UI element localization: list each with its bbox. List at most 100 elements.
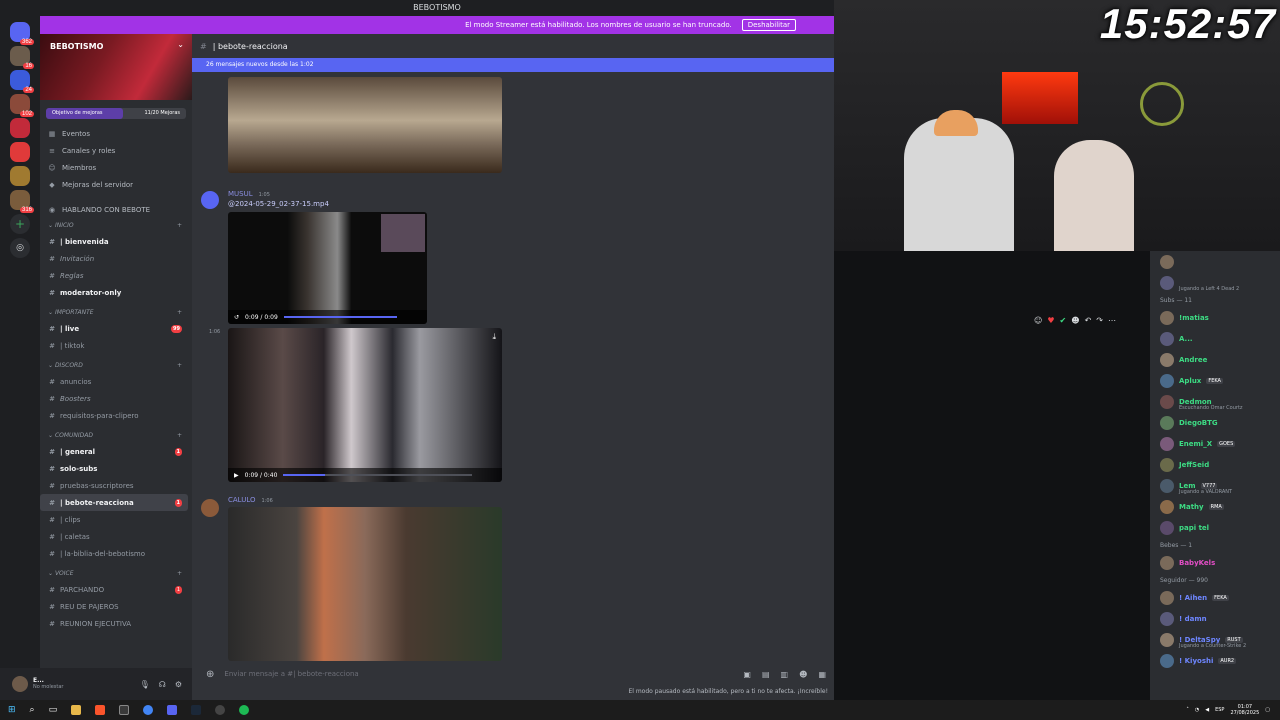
member-item[interactable]: ! Kiyoshi AUR2 bbox=[1150, 650, 1280, 671]
search-icon[interactable]: ⌕ bbox=[30, 705, 35, 715]
forward-icon[interactable]: ↷ bbox=[1096, 316, 1103, 325]
message-author[interactable]: CALULO bbox=[228, 496, 256, 504]
member-item[interactable]: Jugando a Left 4 Dead 2 bbox=[1150, 272, 1280, 293]
add-channel-icon[interactable]: + bbox=[177, 432, 182, 439]
language-indicator[interactable]: ESP bbox=[1215, 707, 1224, 713]
add-channel-icon[interactable]: + bbox=[177, 222, 182, 229]
member-item[interactable]: JeffSeid bbox=[1150, 454, 1280, 475]
channel-item[interactable]: # REUNION EJECUTIVA bbox=[40, 615, 188, 632]
chevron-up-icon[interactable]: ˄ bbox=[1186, 707, 1189, 713]
video-seekbar[interactable] bbox=[283, 316, 397, 318]
member-item[interactable]: A... bbox=[1150, 328, 1280, 349]
file-explorer-icon[interactable] bbox=[71, 705, 82, 715]
video-player[interactable]: ⤓ ▶ 0:09 / 0:40 bbox=[228, 328, 502, 482]
category-discord[interactable]: ⌄ DISCORD + bbox=[40, 358, 192, 373]
task-view-icon[interactable]: ▭ bbox=[49, 705, 58, 715]
nav-members[interactable]: ☺ Miembros bbox=[40, 159, 192, 176]
video-player[interactable]: ↺ 0:09 / 0:09 bbox=[228, 212, 427, 324]
member-item[interactable]: !matias bbox=[1150, 307, 1280, 328]
channel-item[interactable]: # requisitos-para-clipero bbox=[40, 407, 188, 424]
add-server-icon[interactable]: + bbox=[10, 214, 30, 234]
video-attachment[interactable] bbox=[228, 77, 502, 173]
channel-item[interactable]: # | tiktok bbox=[40, 337, 188, 354]
server-icon[interactable] bbox=[10, 166, 30, 186]
add-channel-icon[interactable]: + bbox=[177, 570, 182, 577]
apps-icon[interactable]: ▦ bbox=[818, 670, 826, 679]
channel-item[interactable]: # | caletas bbox=[40, 528, 188, 545]
server-icon[interactable] bbox=[10, 142, 30, 162]
channel-item[interactable]: # Boosters bbox=[40, 390, 188, 407]
discord-home-icon[interactable]: 362 bbox=[10, 22, 34, 45]
channel-item[interactable]: # | bebote-reacciona 1 bbox=[40, 494, 188, 511]
server-icon[interactable]: 102 bbox=[10, 94, 34, 117]
message-attachment-link[interactable]: @2024-05-29_02-37-15.mp4 bbox=[228, 200, 329, 208]
server-icon[interactable]: 16 bbox=[10, 46, 34, 69]
video-attachment[interactable] bbox=[228, 507, 502, 661]
gif-icon[interactable]: ▤ bbox=[762, 670, 770, 679]
video-controls[interactable]: ↺ 0:09 / 0:09 bbox=[228, 310, 427, 324]
member-item[interactable]: Enemi_X GOES bbox=[1150, 433, 1280, 454]
message-composer[interactable]: ⊕ Enviar mensaje a #| bebote-reacciona ▣… bbox=[200, 662, 826, 686]
channel-item[interactable]: # moderator-only bbox=[40, 284, 188, 301]
channel-item[interactable]: # | clips bbox=[40, 511, 188, 528]
steam-icon[interactable] bbox=[191, 705, 202, 715]
video-seekbar[interactable] bbox=[283, 474, 472, 476]
discord-icon[interactable] bbox=[167, 705, 178, 715]
member-item[interactable]: DiegoBTG bbox=[1150, 412, 1280, 433]
member-item[interactable]: papi tel bbox=[1150, 517, 1280, 538]
add-channel-icon[interactable]: + bbox=[177, 309, 182, 316]
server-icon[interactable]: 24 bbox=[10, 70, 34, 93]
boost-progress[interactable]: Objetivo de mejoras 11/20 Mejoras bbox=[46, 108, 186, 119]
spotify-icon[interactable] bbox=[239, 705, 250, 715]
channel-item[interactable]: # | live 99 bbox=[40, 320, 188, 337]
nav-channels-roles[interactable]: ≡ Canales y roles bbox=[40, 142, 192, 159]
category-importante[interactable]: ⌄ IMPORTANTE + bbox=[40, 305, 192, 320]
composer-placeholder[interactable]: Enviar mensaje a #| bebote-reacciona bbox=[224, 670, 358, 678]
member-item[interactable]: Lem V777 Jugando a VALORANT bbox=[1150, 475, 1280, 496]
explore-icon[interactable]: ◎ bbox=[10, 238, 30, 258]
brave-icon[interactable] bbox=[95, 705, 106, 715]
reaction-icon[interactable]: ☺ bbox=[1034, 316, 1042, 325]
chrome-icon[interactable] bbox=[143, 705, 154, 715]
windows-start-icon[interactable]: ⊞ bbox=[8, 705, 16, 715]
channel-item[interactable]: # | general 1 bbox=[40, 443, 188, 460]
server-icon-active[interactable] bbox=[10, 118, 30, 138]
category-inicio[interactable]: ⌄ INICIO + bbox=[40, 218, 192, 233]
headphones-icon[interactable]: ☊ bbox=[159, 680, 166, 689]
server-icon[interactable]: 316 bbox=[10, 190, 34, 213]
member-item[interactable]: ! DeltaSpy RUST Jugando a Counter-Strike 2 bbox=[1150, 629, 1280, 650]
nav-server-boosts[interactable]: ◆ Mejoras del servidor bbox=[40, 176, 192, 193]
member-item[interactable]: ! Aihen FEKA bbox=[1150, 587, 1280, 608]
emoji-icon[interactable]: ☻ bbox=[799, 670, 807, 679]
member-item[interactable]: ! damn bbox=[1150, 608, 1280, 629]
channel-item[interactable]: # | bienvenida bbox=[40, 233, 188, 250]
channel-item[interactable]: # anuncios bbox=[40, 373, 188, 390]
category-voice[interactable]: ⌄ VOICE + bbox=[40, 566, 192, 581]
gift-icon[interactable]: ▣ bbox=[743, 670, 751, 679]
add-reaction-icon[interactable]: ☻ bbox=[1071, 316, 1079, 325]
channel-item[interactable]: # REU DE PAJEROS bbox=[40, 598, 188, 615]
nav-events[interactable]: ▦ Eventos bbox=[40, 125, 192, 142]
download-icon[interactable]: ⤓ bbox=[492, 332, 496, 342]
play-icon[interactable]: ▶ bbox=[234, 472, 239, 479]
heart-icon[interactable]: ♥ bbox=[1047, 316, 1054, 325]
member-item[interactable] bbox=[1150, 251, 1280, 272]
message-author[interactable]: MUSUL bbox=[228, 190, 253, 198]
add-attachment-icon[interactable]: ⊕ bbox=[206, 669, 214, 680]
member-item[interactable]: Dedmon Escuchando Omar Courtz bbox=[1150, 391, 1280, 412]
network-icon[interactable]: ◔ bbox=[1195, 707, 1199, 713]
chevron-down-icon[interactable]: ⌄ bbox=[177, 40, 184, 49]
replay-icon[interactable]: ↺ bbox=[234, 314, 239, 321]
obs-icon[interactable] bbox=[215, 705, 226, 715]
channel-item[interactable]: # pruebas-suscriptores bbox=[40, 477, 188, 494]
new-messages-bar[interactable]: 26 mensajes nuevos desde las 1:02 bbox=[192, 58, 834, 72]
channel-item[interactable]: # solo-subs bbox=[40, 460, 188, 477]
category-comunidad[interactable]: ⌄ COMUNIDAD + bbox=[40, 428, 192, 443]
reply-icon[interactable]: ↶ bbox=[1085, 316, 1092, 325]
member-item[interactable]: Andree bbox=[1150, 349, 1280, 370]
member-item[interactable]: Mathy RMA bbox=[1150, 496, 1280, 517]
server-banner[interactable]: BEBOTISMO ⌄ bbox=[40, 34, 192, 100]
system-clock[interactable]: 01:07 27/08/2025 bbox=[1230, 704, 1259, 716]
microphone-icon[interactable]: 🎙 bbox=[140, 680, 150, 689]
add-channel-icon[interactable]: + bbox=[177, 362, 182, 369]
